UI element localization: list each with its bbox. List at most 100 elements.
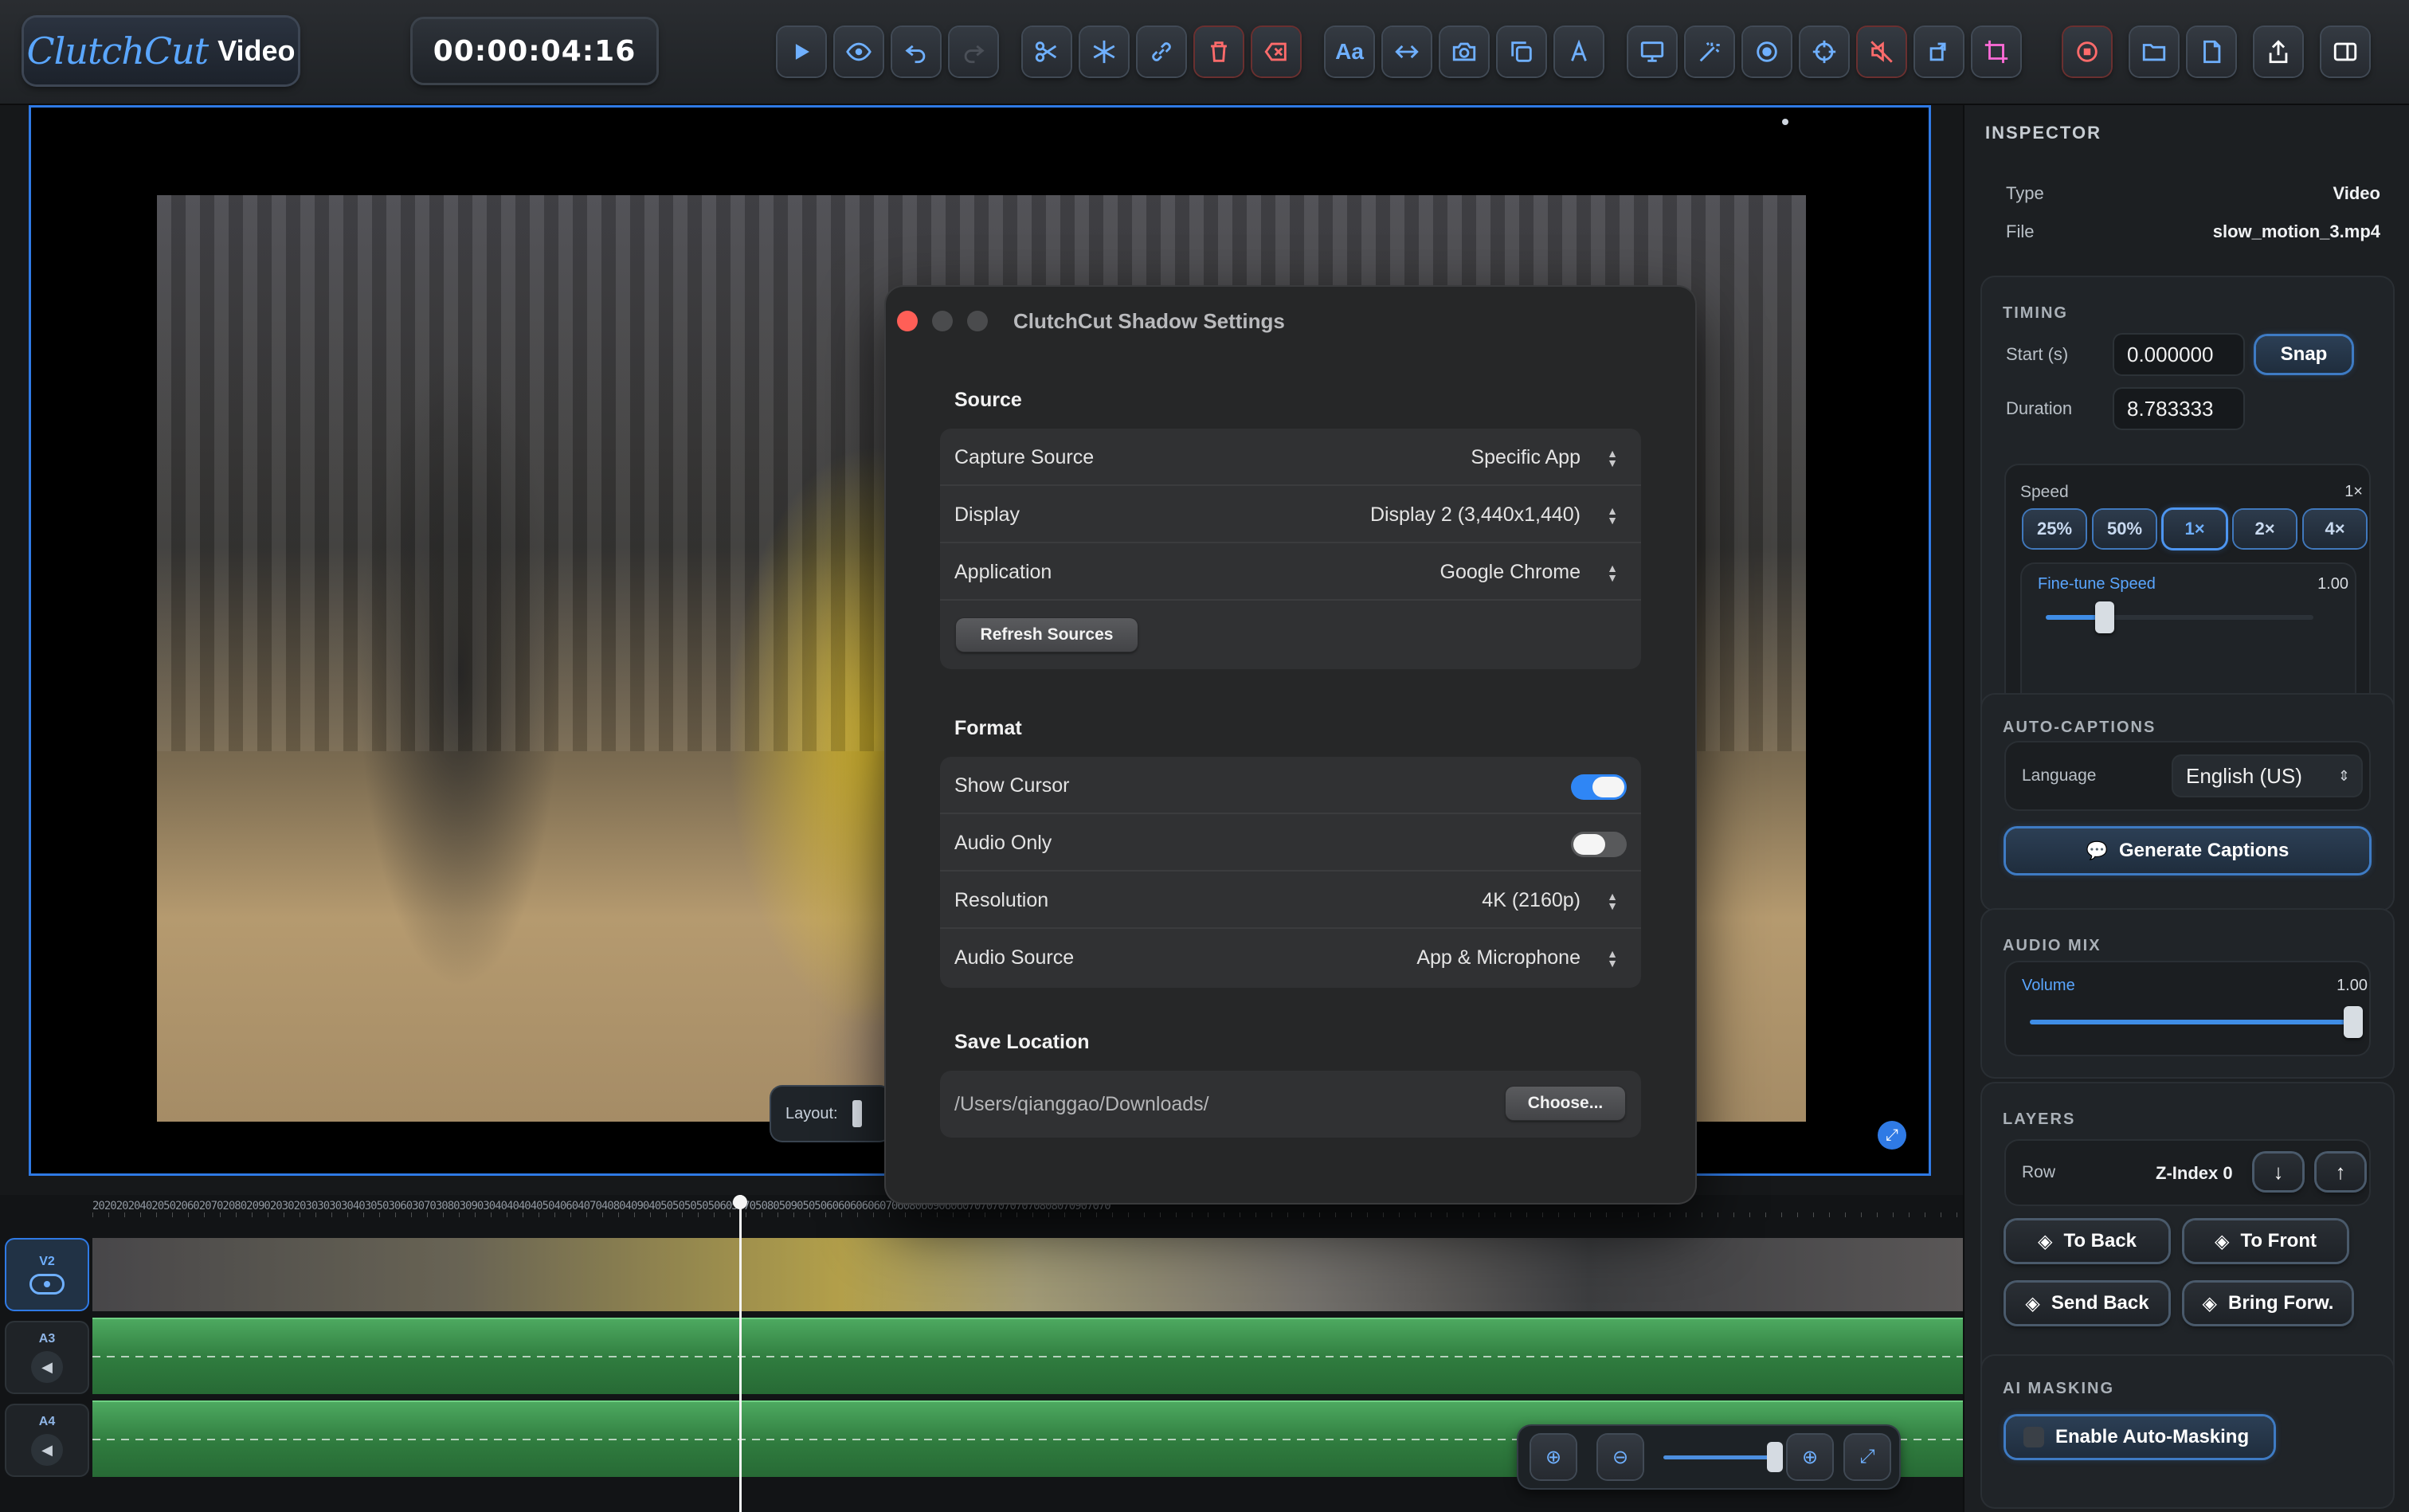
layers-icon: ◈ [2037,1230,2053,1252]
chevron-updown-icon[interactable]: ▲ ▼ [1601,503,1624,527]
show-cursor-row[interactable]: Show Cursor [940,757,1641,814]
play-button[interactable] [778,27,825,76]
show-cursor-toggle[interactable] [1571,774,1627,800]
speed-50-button[interactable]: 50% [2094,510,2156,548]
center-playhead-button[interactable]: ⊕ [1531,1435,1576,1479]
close-window-button[interactable] [897,311,918,331]
track-header-v2[interactable]: V2 [6,1240,88,1310]
finetune-slider-knob[interactable] [2095,601,2114,633]
layers-icon: ◈ [2202,1292,2218,1314]
language-select[interactable]: English (US) ⇕ [2173,756,2361,796]
track-name: A3 [38,1332,56,1346]
bring-forward-button[interactable]: ◈ Bring Forw. [2184,1283,2352,1324]
generate-captions-button[interactable]: 💬 Generate Captions [2006,828,2369,873]
undo-icon [905,45,926,64]
ripple-delete-button[interactable] [1252,27,1300,76]
transition-button[interactable] [1383,27,1431,76]
duration-input[interactable]: 8.783333 [2114,389,2243,429]
speaker-icon[interactable]: ◀ [31,1351,63,1383]
chevron-updown-icon[interactable]: ▲ ▼ [1601,889,1624,913]
application-value[interactable]: Google Chrome [1440,561,1581,584]
capture-source-row[interactable]: Capture Source Specific App ▲ ▼ [940,429,1641,486]
duplicate-button[interactable] [1498,27,1545,76]
open-project-button[interactable] [2130,27,2178,76]
rotate-button[interactable] [1915,27,1963,76]
video-clip[interactable] [92,1238,1963,1311]
undo-button[interactable] [892,27,940,76]
link-button[interactable] [1138,27,1185,76]
audio-clip-a3[interactable] [92,1318,1963,1394]
audio-source-row[interactable]: Audio Source App & Microphone ▲ ▼ [940,929,1641,986]
playhead[interactable] [733,1195,747,1512]
start-label: Start (s) [2006,344,2069,364]
delete-button[interactable] [1195,27,1243,76]
speed-25-button[interactable]: 25% [2023,510,2086,548]
bring-forward-label: Bring Forw. [2228,1292,2334,1314]
speaker-icon[interactable]: ◀ [31,1434,63,1466]
track-target-button[interactable] [1800,27,1848,76]
zoom-out-button[interactable]: ⊖ [1598,1435,1643,1479]
app-logo: ClutchCut Video [24,18,298,84]
split-button[interactable] [1023,27,1071,76]
audio-source-value[interactable]: App & Microphone [1416,946,1581,969]
visibility-eye-icon[interactable] [29,1274,65,1295]
chevron-updown-icon[interactable]: ▲ ▼ [1601,446,1624,470]
audio-only-toggle[interactable] [1571,832,1627,857]
stop-recording-button[interactable] [2063,27,2111,76]
resolution-row[interactable]: Resolution 4K (2160p) ▲ ▼ [940,872,1641,929]
preview-toggle-button[interactable] [835,27,883,76]
file-label: File [2006,221,2035,241]
speed-2x-button[interactable]: 2× [2234,510,2296,548]
capture-source-value[interactable]: Specific App [1471,446,1581,469]
choose-folder-button[interactable]: Choose... [1506,1087,1625,1120]
application-row[interactable]: Application Google Chrome ▲ ▼ [940,543,1641,601]
crop-button[interactable] [1972,27,2020,76]
export-button[interactable] [2254,27,2302,76]
enable-auto-masking-button[interactable]: Enable Auto-Masking [2006,1416,2274,1458]
track-header-a3[interactable]: A3 ◀ [6,1322,88,1393]
snap-button[interactable]: Snap [2256,336,2352,373]
language-value: English (US) [2186,763,2302,788]
resolution-value[interactable]: 4K (2160p) [1482,889,1581,912]
speed-4x-button[interactable]: 4× [2304,510,2366,548]
screen-record-button[interactable] [1628,27,1676,76]
zindex-down-button[interactable]: ↓ [2254,1154,2302,1190]
zindex-up-button[interactable]: ↑ [2317,1154,2364,1190]
layout-swatch[interactable] [852,1100,862,1127]
mute-button[interactable] [1858,27,1906,76]
fit-timeline-button[interactable]: ⤢ [1845,1435,1890,1479]
chevron-updown-icon[interactable]: ▲ ▼ [1601,561,1624,585]
zoom-slider-knob[interactable] [1767,1442,1783,1472]
refresh-sources-button[interactable]: Refresh Sources [956,618,1138,652]
enable-auto-masking-label: Enable Auto-Masking [2055,1426,2250,1447]
freeze-frame-button[interactable] [1080,27,1128,76]
display-row[interactable]: Display Display 2 (3,440x1,440) ▲ ▼ [940,486,1641,543]
send-back-button[interactable]: ◈ Send Back [2006,1283,2168,1324]
to-front-button[interactable]: ◈ To Front [2184,1220,2347,1262]
start-time-input[interactable]: 0.000000 [2114,335,2243,374]
text-button[interactable]: Aa [1326,27,1373,76]
zoom-in-button[interactable]: ⊕ [1788,1435,1832,1479]
magic-tools-button[interactable] [1686,27,1733,76]
audio-only-row[interactable]: Audio Only [940,814,1641,872]
webcam-button[interactable] [1743,27,1791,76]
display-value[interactable]: Display 2 (3,440x1,440) [1370,503,1581,527]
zoom-window-button[interactable] [967,311,988,331]
redo-button[interactable] [950,27,997,76]
track-header-a4[interactable]: A4 ◀ [6,1405,88,1475]
minimize-window-button[interactable] [932,311,953,331]
save-project-button[interactable] [2188,27,2235,76]
speed-1x-button[interactable]: 1× [2164,510,2226,548]
snapshot-button[interactable] [1440,27,1488,76]
text-icon: Aa [1335,39,1364,64]
layout-selector[interactable]: Layout: [771,1087,891,1141]
masking-checkbox[interactable] [2023,1427,2044,1447]
to-back-button[interactable]: ◈ To Back [2006,1220,2168,1262]
zoom-slider-track[interactable] [1663,1455,1783,1459]
volume-slider-knob[interactable] [2344,1006,2363,1038]
chevron-updown-icon[interactable]: ▲ ▼ [1601,946,1624,970]
fullscreen-button[interactable]: ⤢ [1878,1121,1906,1150]
toggle-inspector-button[interactable] [2321,27,2369,76]
annotate-button[interactable] [1555,27,1603,76]
camera-icon [1452,42,1476,61]
